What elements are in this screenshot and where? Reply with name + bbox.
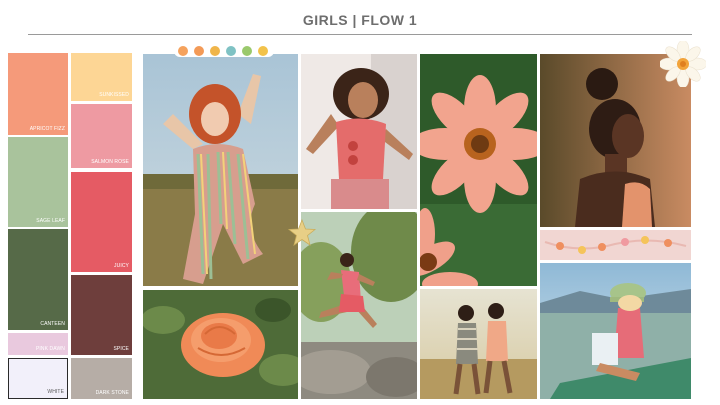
swatch-salmon-rose: SALMON ROSE [71,104,132,168]
photo-girl-striped-jumpsuit [143,54,298,286]
swatch-label: DARK STONE [95,390,129,396]
title-divider [28,34,692,35]
swatch-label: CANTEEN [40,321,65,327]
swatch-white: WHITE [8,358,68,399]
swatch-label: SUNKISSED [99,92,129,98]
photo-pink-flower [420,54,537,286]
swatch-label: APRICOT FIZZ [29,126,65,132]
swatch-pink-dawn: PINK DAWN [8,333,68,355]
swatch-juicy: JUICY [71,172,132,272]
page-title: GIRLS | FLOW 1 [302,12,418,28]
photo-girl-paddleboard [540,263,691,399]
swatch-label: PINK DAWN [35,346,65,352]
swatch-label: SAGE LEAF [36,218,65,224]
daisy-flower-icon [658,39,708,89]
photo-orange-rose [143,290,298,399]
star-icon [287,218,317,248]
swatch-label: SPICE [113,346,129,352]
swatch-dark-stone: DARK STONE [71,358,132,399]
swatch-sunkissed: SUNKISSED [71,53,132,101]
swatch-sage-leaf: SAGE LEAF [8,137,68,227]
photo-girl-pink-top [301,54,417,209]
swatch-apricot-fizz: APRICOT FIZZ [8,53,68,135]
photo-girl-jumping-rocks [301,212,417,399]
swatch-spice: SPICE [71,275,132,355]
photo-two-girls-walking [420,289,537,399]
swatch-label: SALMON ROSE [91,159,129,165]
smiley-beads-decoration [174,44,274,58]
photo-beaded-bracelet [540,230,691,260]
swatch-label: WHITE [47,389,64,395]
swatch-label: JUICY [114,263,129,269]
swatch-canteen: CANTEEN [8,229,68,330]
